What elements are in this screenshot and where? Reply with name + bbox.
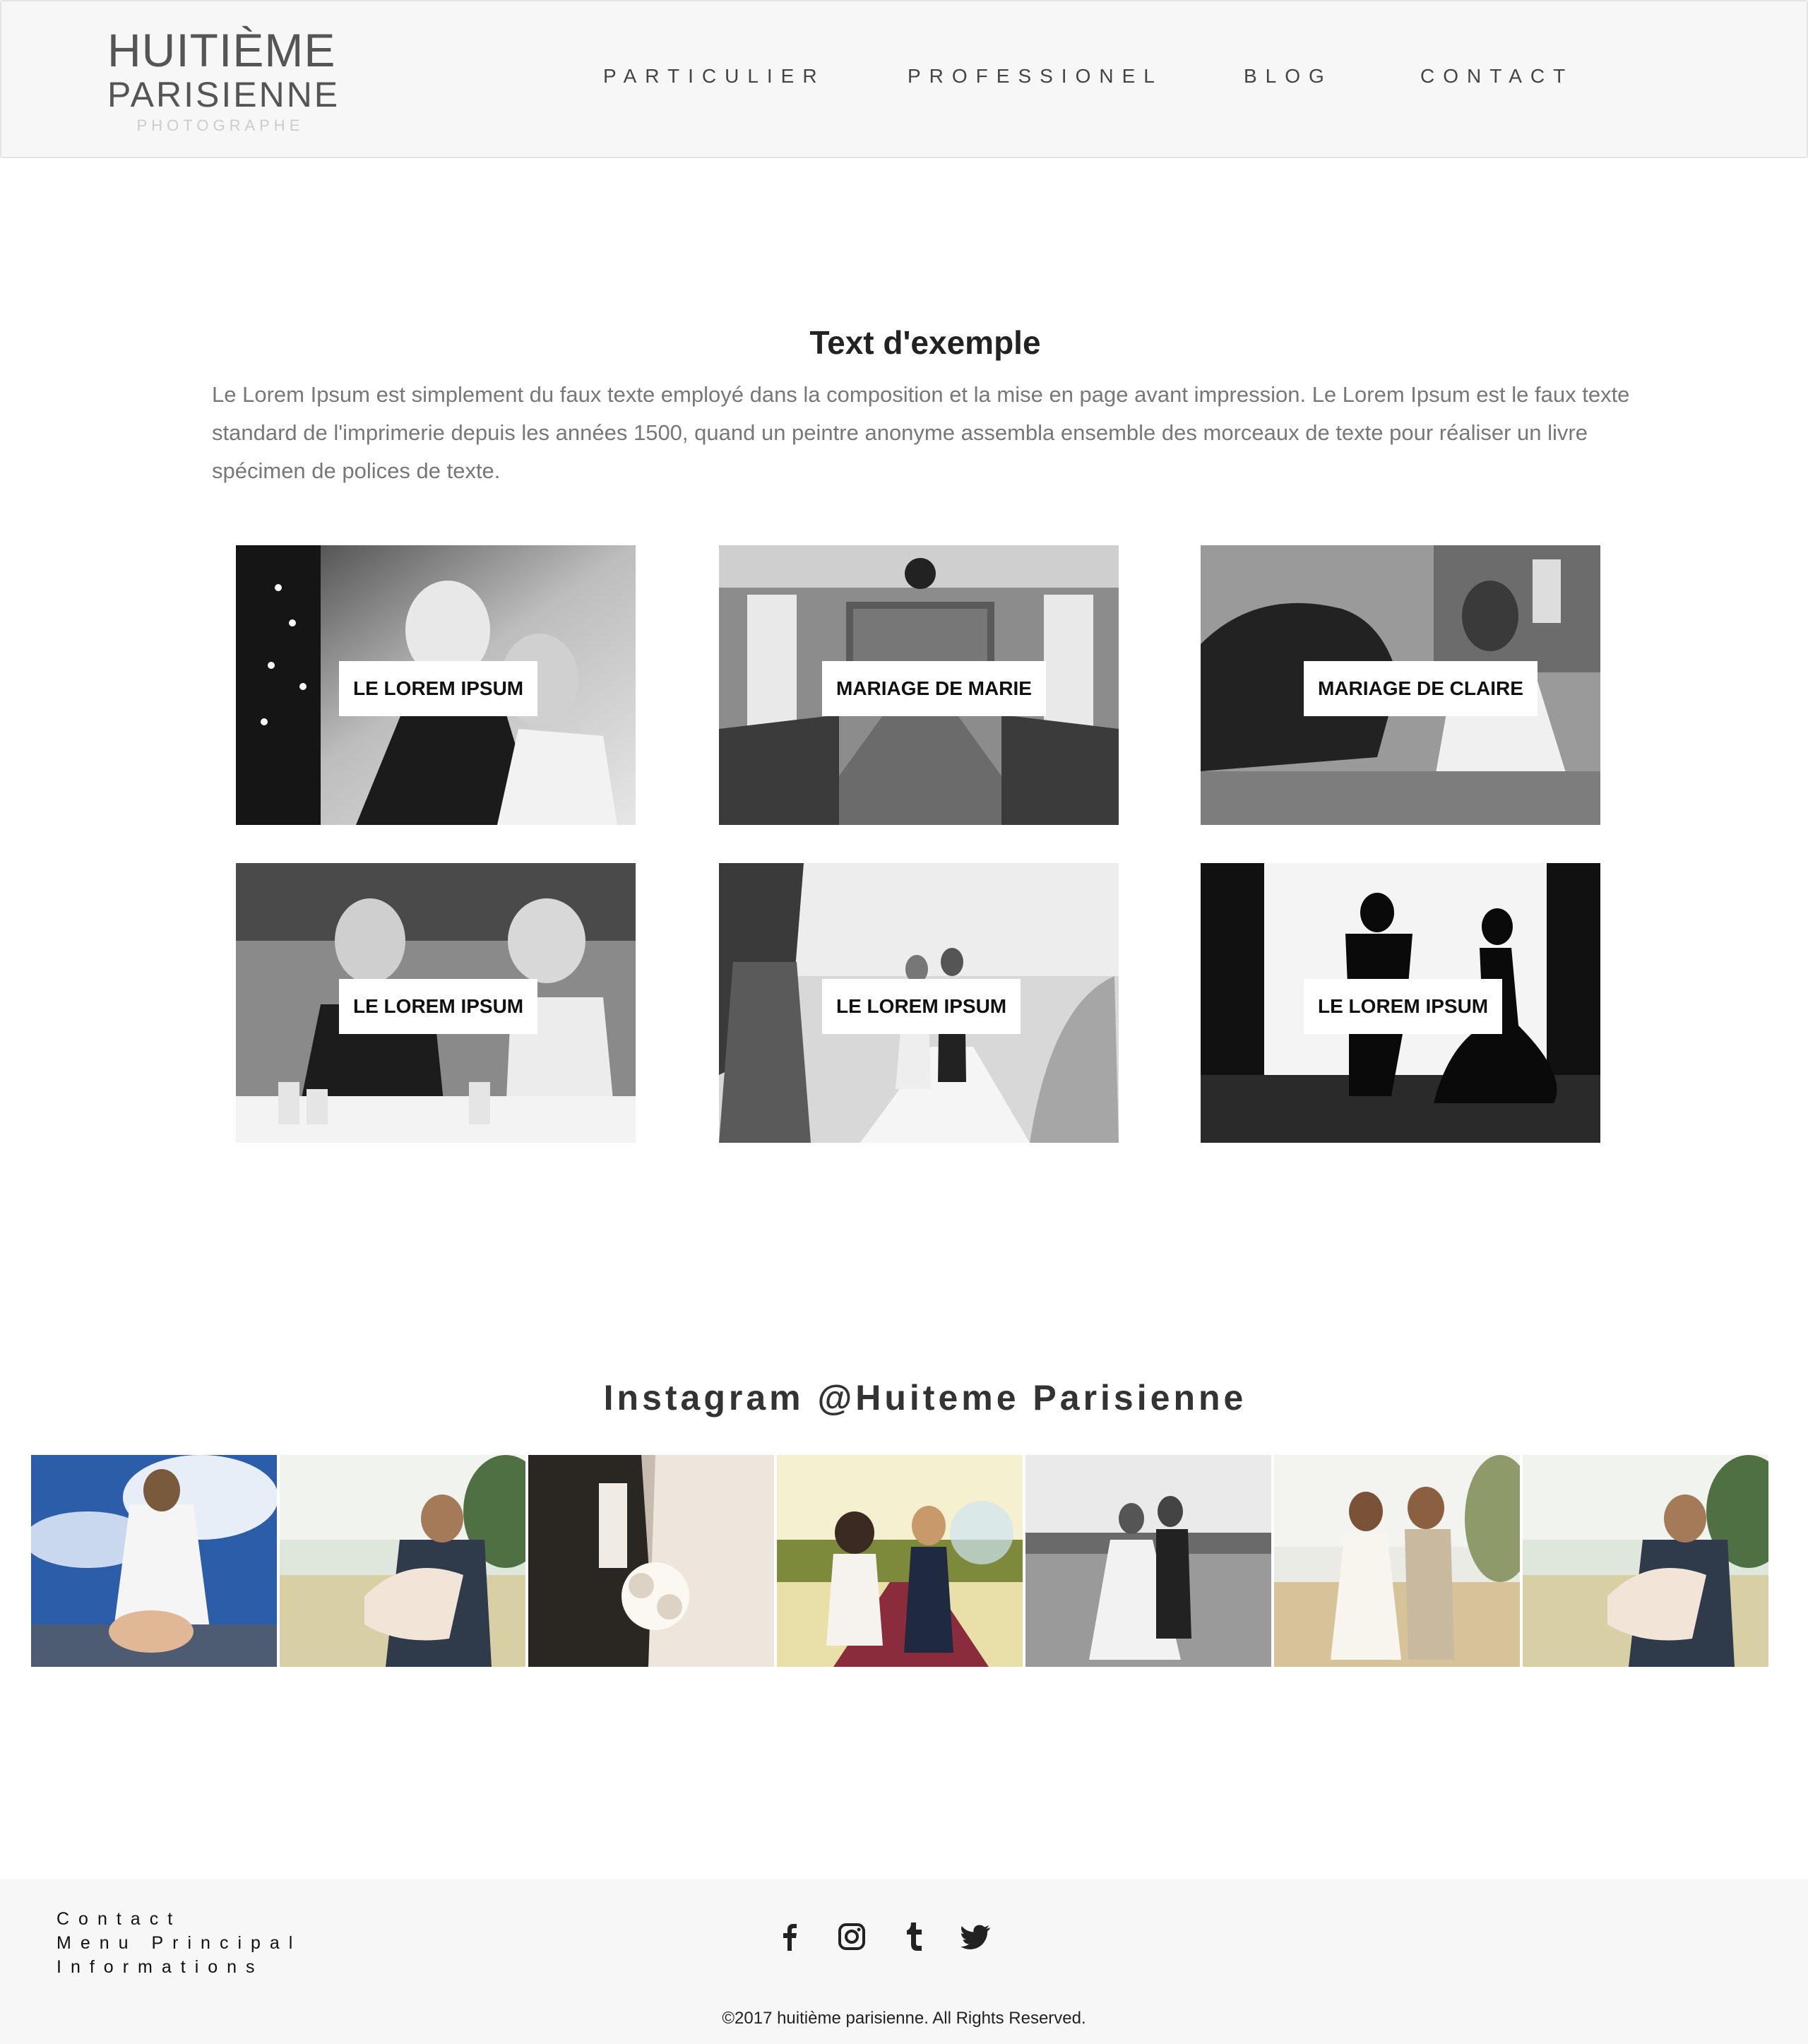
intro-paragraph: Le Lorem Ipsum est simplement du faux te… — [212, 382, 1630, 483]
gallery-card[interactable]: LE LOREM IPSUM — [236, 545, 636, 825]
instagram-title: Instagram @Huiteme Parisienne — [603, 1378, 1247, 1418]
nav-item-blog[interactable]: BLOG — [1244, 65, 1333, 88]
site-header: HUITIÈME PARISIENNE PHOTOGRAPHE PARTICUL… — [0, 0, 1808, 158]
nav-item-particulier[interactable]: PARTICULIER — [603, 65, 826, 88]
instagram-photo[interactable] — [777, 1455, 1023, 1667]
site-logo[interactable]: HUITIÈME PARISIENNE PHOTOGRAPHE — [107, 24, 340, 138]
gallery-card[interactable]: MARIAGE DE MARIE — [719, 545, 1119, 825]
card-label: LE LOREM IPSUM — [1304, 979, 1503, 1034]
card-label: LE LOREM IPSUM — [339, 661, 538, 716]
footer-link-contact[interactable]: Contact — [56, 1907, 302, 1931]
site-footer: Contact Menu Principal Informations ©201… — [0, 1879, 1808, 2044]
section-title: Text d'exemple — [809, 324, 1041, 361]
logo-line-1: HUITIÈME — [107, 24, 336, 76]
twitter-icon[interactable] — [959, 1920, 993, 1954]
logo-line-2: PARISIENNE — [107, 75, 340, 114]
facebook-icon[interactable] — [773, 1920, 807, 1954]
logo-tagline: PHOTOGRAPHE — [136, 117, 304, 134]
footer-nav: Contact Menu Principal Informations — [56, 1907, 302, 1979]
card-label: LE LOREM IPSUM — [339, 979, 538, 1034]
gallery-card[interactable]: LE LOREM IPSUM — [719, 863, 1119, 1143]
gallery-card[interactable]: MARIAGE DE CLAIRE — [1201, 545, 1600, 825]
nav-item-professionel[interactable]: PROFESSIONEL — [908, 65, 1163, 88]
card-label: LE LOREM IPSUM — [822, 979, 1021, 1034]
tumblr-icon[interactable] — [897, 1920, 931, 1954]
footer-link-informations[interactable]: Informations — [56, 1955, 302, 1979]
instagram-photo[interactable] — [1274, 1455, 1520, 1667]
gallery-card[interactable]: LE LOREM IPSUM — [1201, 863, 1600, 1143]
instagram-icon[interactable] — [835, 1920, 869, 1954]
instagram-photo[interactable] — [280, 1455, 525, 1667]
instagram-photo[interactable] — [31, 1455, 277, 1667]
card-label: MARIAGE DE CLAIRE — [1304, 661, 1538, 716]
instagram-feed — [31, 1455, 1774, 1667]
nav-item-contact[interactable]: CONTACT — [1420, 65, 1574, 88]
copyright-text: ©2017 huitième parisienne. All Rights Re… — [722, 2009, 1086, 2028]
instagram-photo[interactable] — [1025, 1455, 1271, 1667]
instagram-photo[interactable] — [528, 1455, 774, 1667]
footer-link-menu-principal[interactable]: Menu Principal — [56, 1931, 302, 1955]
instagram-photo[interactable] — [1523, 1455, 1768, 1667]
gallery-card[interactable]: LE LOREM IPSUM — [236, 863, 636, 1143]
card-label: MARIAGE DE MARIE — [822, 661, 1046, 716]
